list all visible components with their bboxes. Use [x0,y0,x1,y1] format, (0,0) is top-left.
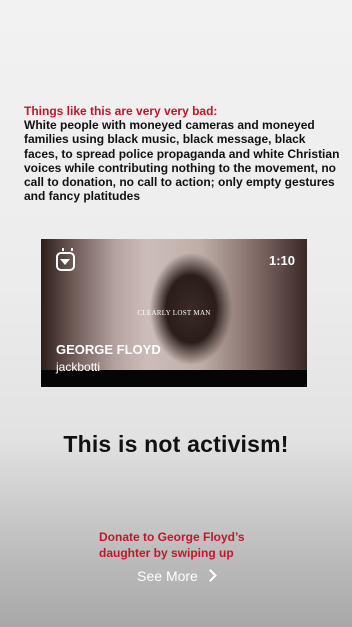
video-duration: 1:10 [268,253,295,268]
video-username[interactable]: jackbotti [56,360,100,374]
chevron-right-icon [203,569,217,582]
see-more-button[interactable]: See More [0,568,352,584]
video-title: GEORGE FLOYD [56,342,161,357]
see-more-label: See More [137,568,198,584]
story-heading: Things like this are very very bad: [24,104,218,118]
story-text: Things like this are very very bad: Whit… [24,104,342,203]
statement-text: This is not activism! [63,431,289,457]
video-overlay-caption: CLEARLY LOST MAN [137,309,211,317]
donate-text: Donate to George Floyd’s daughter by swi… [99,530,245,560]
igtv-video-card[interactable]: 1:10 CLEARLY LOST MAN GEORGE FLOYD jackb… [41,239,307,387]
igtv-icon [56,252,75,271]
story-body: White people with moneyed cameras and mo… [24,118,340,204]
